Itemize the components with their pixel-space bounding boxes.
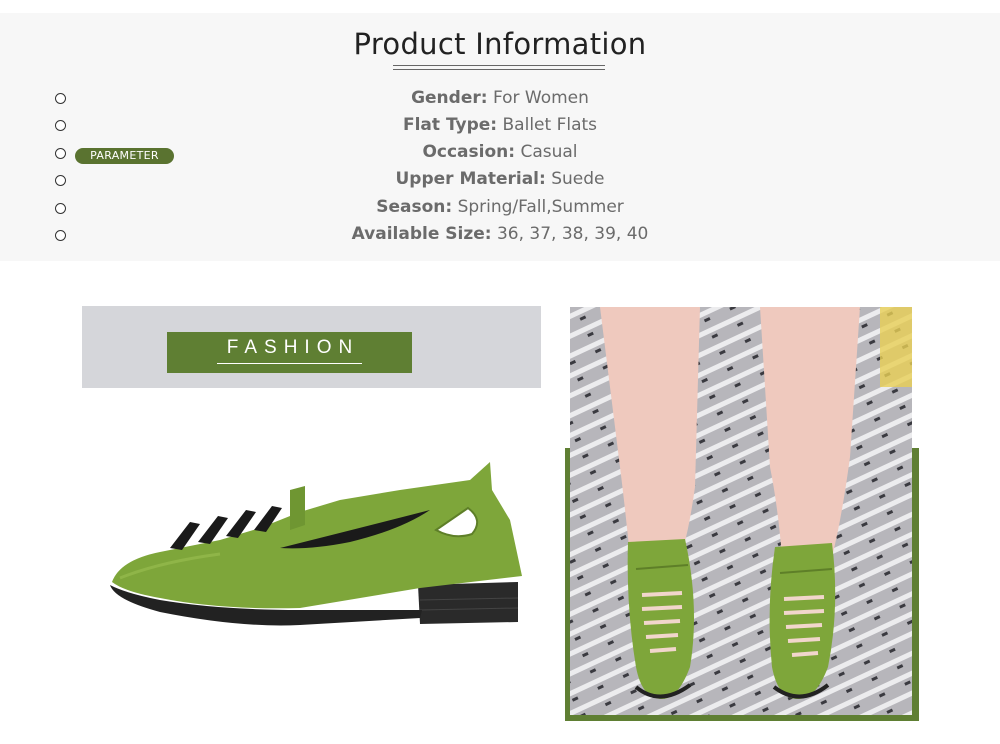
product-information-panel: Product Information PARAMETER Gender: Fo… [0, 13, 1000, 261]
spec-label: Flat Type: [402, 115, 498, 135]
spec-value: Ballet Flats [502, 115, 598, 135]
fashion-label: FASHION [226, 337, 360, 358]
spec-value: Suede [551, 169, 605, 189]
spec-value: Spring/Fall,Summer [457, 197, 624, 217]
spec-row-flat-type: Flat Type: Ballet Flats [0, 114, 1000, 136]
section-title: Product Information [353, 27, 647, 61]
fashion-banner: FASHION [82, 306, 541, 388]
shoe-side-view-image [110, 462, 522, 626]
spec-row-season: Season: Spring/Fall,Summer [0, 196, 1000, 218]
spec-label: Available Size: [351, 224, 492, 244]
spec-label: Gender: [411, 88, 488, 108]
fashion-tag: FASHION [167, 332, 412, 373]
spec-label: Upper Material: [395, 169, 546, 189]
worn-shoes-image [570, 307, 912, 715]
spec-value: 36, 37, 38, 39, 40 [496, 224, 649, 244]
spec-label: Occasion: [422, 142, 516, 162]
spec-row-upper-material: Upper Material: Suede [0, 168, 1000, 190]
spec-value: Casual [520, 142, 578, 162]
spec-row-gender: Gender: For Women [0, 87, 1000, 109]
spec-value: For Women [492, 88, 589, 108]
fashion-underline [217, 363, 362, 364]
spec-row-occasion: Occasion: Casual [0, 141, 1000, 163]
spec-row-available-size: Available Size: 36, 37, 38, 39, 40 [0, 223, 1000, 245]
worn-shoes-photo [570, 307, 912, 715]
spec-label: Season: [376, 197, 453, 217]
shoe-heel [418, 582, 518, 624]
title-divider [393, 65, 605, 70]
product-detail-page: Product Information PARAMETER Gender: Fo… [0, 0, 1000, 744]
